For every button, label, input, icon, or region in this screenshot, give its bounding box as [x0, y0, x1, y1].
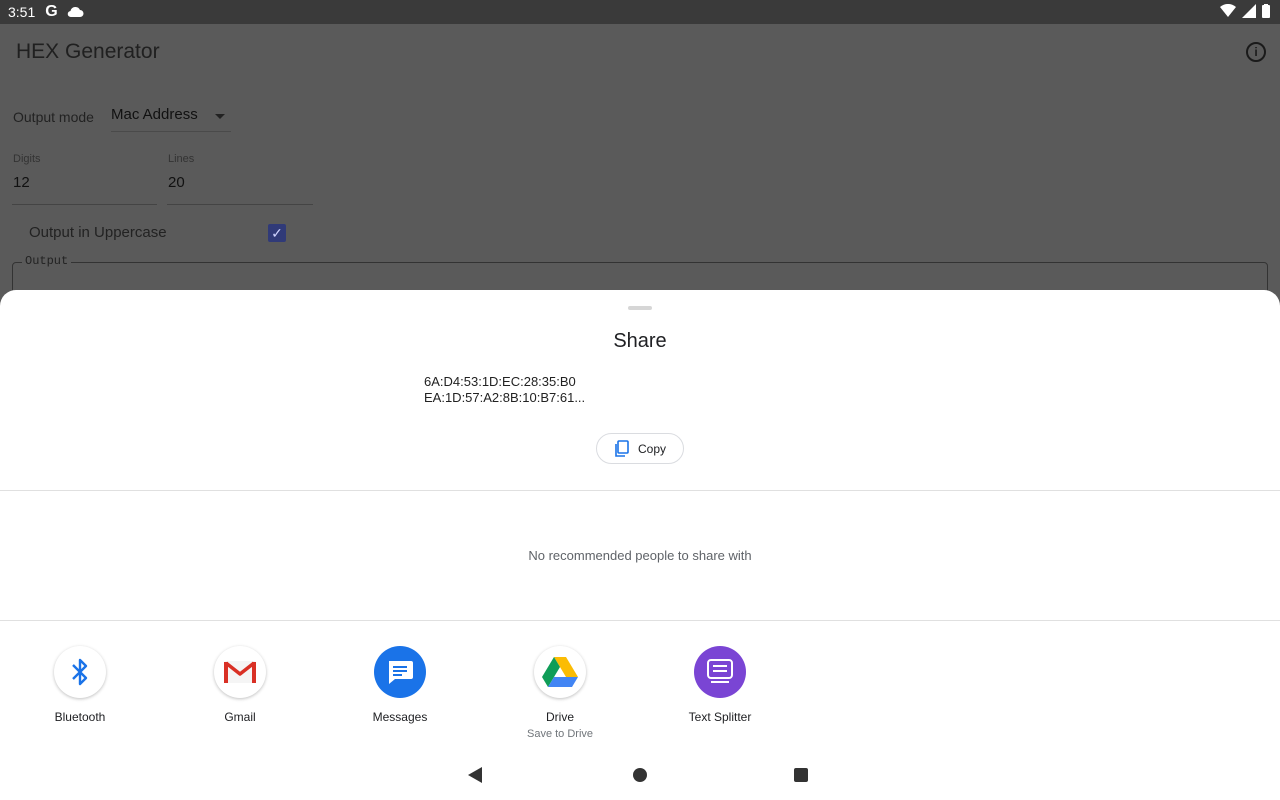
app-title: HEX Generator — [16, 40, 160, 63]
output-mode-value: Mac Address — [111, 106, 198, 123]
signal-icon — [1242, 4, 1256, 18]
lines-field[interactable] — [167, 204, 313, 205]
output-label: Output — [22, 254, 72, 268]
copy-icon — [615, 439, 629, 457]
google-drive-icon — [534, 646, 586, 698]
share-preview: 6A:D4:53:1D:EC:28:35:B0 EA:1D:57:A2:8B:1… — [424, 374, 585, 406]
no-recommended-people: No recommended people to share with — [528, 548, 752, 563]
bluetooth-icon — [54, 646, 106, 698]
uppercase-checkbox[interactable]: ✓ — [268, 224, 286, 242]
recents-icon[interactable] — [794, 768, 808, 782]
share-target-text-splitter[interactable]: Text Splitter — [650, 646, 790, 724]
share-title: Share — [613, 330, 667, 352]
navigation-bar — [0, 755, 1280, 795]
copy-label: Copy — [637, 441, 666, 456]
lines-value: 20 — [168, 174, 185, 191]
wifi-icon — [1220, 4, 1236, 17]
info-icon[interactable]: i — [1246, 42, 1266, 62]
status-time: 3:51 — [8, 4, 36, 20]
gmail-icon — [214, 646, 266, 698]
drag-handle[interactable] — [628, 306, 652, 310]
output-mode-label: Output mode — [13, 109, 94, 125]
status-bar: 3:51 G — [0, 0, 1280, 24]
output-mode-dropdown[interactable]: Mac Address — [111, 106, 231, 132]
back-icon[interactable] — [468, 767, 482, 783]
app-name: Bluetooth — [54, 710, 106, 724]
digits-field[interactable] — [12, 204, 157, 205]
google-icon: G — [45, 3, 58, 20]
divider-top — [0, 490, 1280, 491]
share-target-drive[interactable]: Drive Save to Drive — [490, 646, 630, 740]
app-subtitle: Save to Drive — [526, 728, 594, 740]
dropdown-arrow-icon — [215, 114, 225, 119]
battery-icon — [1262, 4, 1270, 18]
home-icon[interactable] — [633, 768, 647, 782]
digits-label: Digits — [13, 153, 41, 165]
copy-button[interactable]: Copy — [596, 433, 684, 464]
app-name: Text Splitter — [688, 710, 752, 724]
app-name: Messages — [372, 710, 428, 724]
share-sheet: Share 6A:D4:53:1D:EC:28:35:B0 EA:1D:57:A… — [0, 290, 1280, 800]
messages-icon — [374, 646, 426, 698]
cloud-icon — [67, 6, 84, 18]
uppercase-label: Output in Uppercase — [29, 224, 167, 241]
lines-label: Lines — [168, 153, 195, 165]
divider-bottom — [0, 620, 1280, 621]
share-target-bluetooth[interactable]: Bluetooth — [10, 646, 150, 724]
app-name: Gmail — [224, 710, 256, 724]
preview-line-2: EA:1D:57:A2:8B:10:B7:61... — [424, 390, 586, 405]
app-name: Drive — [545, 710, 574, 724]
share-targets: Bluetooth Gmail Messages Drive Save to D… — [0, 646, 1280, 746]
digits-value: 12 — [13, 174, 30, 191]
share-target-gmail[interactable]: Gmail — [170, 646, 310, 724]
text-splitter-icon — [694, 646, 746, 698]
share-target-messages[interactable]: Messages — [330, 646, 470, 724]
preview-line-1: 6A:D4:53:1D:EC:28:35:B0 — [424, 374, 576, 389]
